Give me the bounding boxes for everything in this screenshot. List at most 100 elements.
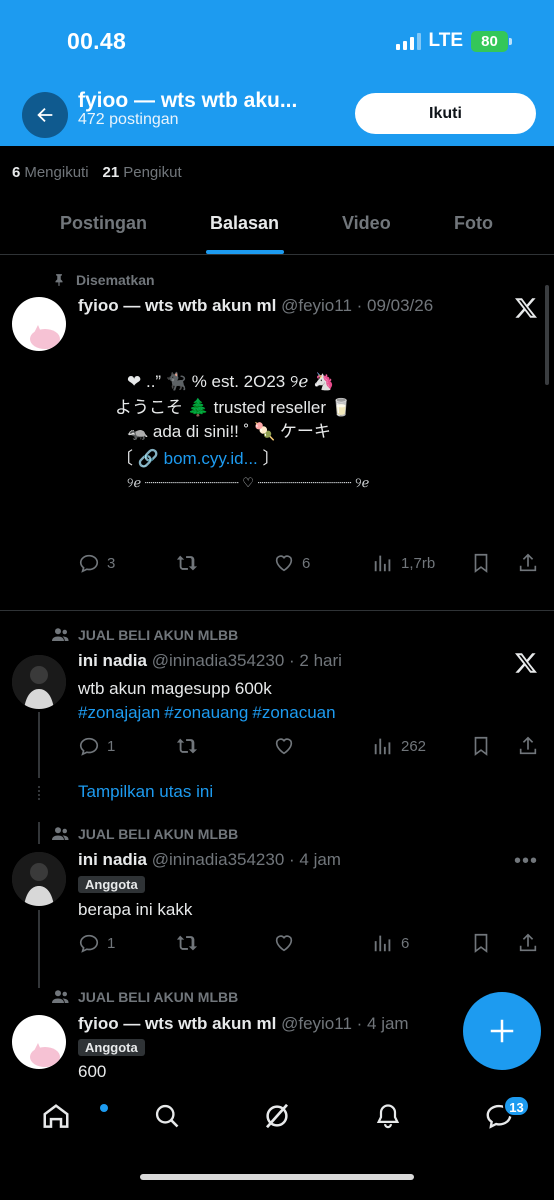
share-button[interactable] — [517, 932, 539, 954]
nav-home[interactable] — [38, 1098, 108, 1134]
home-indicator — [140, 1174, 414, 1180]
post-header: fyioo — wts wtb akun ml @feyio11 · 4 jam — [78, 1014, 409, 1034]
author-handle-date[interactable]: @feyio11 · 4 jam — [281, 1014, 409, 1033]
post-actions: 1 6 — [0, 932, 554, 956]
repost-button[interactable] — [175, 552, 199, 574]
hashtag-link[interactable]: #zonauang — [164, 703, 248, 722]
post-actions: 1 262 — [0, 735, 554, 759]
follow-button[interactable]: Ikuti — [355, 93, 536, 134]
author-handle-date[interactable]: @feyio11 · 09/03/26 — [281, 296, 433, 315]
community-row[interactable]: JUAL BELI AKUN MLBB — [52, 627, 238, 643]
bell-icon — [376, 1104, 400, 1129]
views-button[interactable]: 6 — [372, 932, 409, 954]
thread-line — [38, 822, 40, 844]
post-header: ini nadia @ininadia354230 · 2 hari — [78, 651, 342, 671]
reply-icon — [79, 934, 99, 953]
reply-icon — [79, 737, 99, 756]
member-badge: Anggota — [78, 1039, 145, 1056]
hashtag-link[interactable]: #zonacuan — [252, 703, 335, 722]
profile-header: 00.48 LTE 80 fyioo — wts wtb aku... 472 … — [0, 0, 554, 146]
pinned-label: Disematkan — [76, 272, 155, 288]
reply-button[interactable]: 1 — [78, 932, 115, 954]
nav-grok[interactable] — [259, 1098, 295, 1134]
repost-button[interactable] — [175, 735, 199, 757]
post-text: wtb akun magesupp 600k — [78, 679, 272, 698]
repost-icon — [176, 935, 198, 951]
notification-dot — [100, 1104, 108, 1112]
post-hashtags: #zonajajan #zonauang #zonacuan — [78, 703, 340, 723]
posts-count: 472 postingan — [78, 111, 179, 128]
author-name[interactable]: ini nadia — [78, 651, 147, 670]
status-time: 00.48 — [67, 28, 127, 54]
tab-posts[interactable]: Postingan — [60, 213, 147, 234]
tab-replies[interactable]: Balasan — [210, 213, 279, 234]
share-button[interactable] — [517, 552, 539, 574]
community-row[interactable]: JUAL BELI AKUN MLBB — [52, 989, 238, 1005]
avatar[interactable] — [12, 1015, 66, 1069]
author-name[interactable]: ini nadia — [78, 850, 147, 869]
nav-search[interactable] — [149, 1098, 185, 1134]
share-icon — [519, 553, 537, 572]
bookmark-button[interactable] — [470, 932, 492, 954]
reply-button[interactable]: 3 — [78, 552, 115, 574]
avatar-cat-icon — [30, 1043, 60, 1067]
repost-icon — [176, 555, 198, 571]
x-logo-icon[interactable] — [514, 296, 538, 320]
follow-counts: 6 Mengikuti 21 Pengikut — [12, 164, 182, 181]
author-handle-date[interactable]: @ininadia354230 · 4 jam — [152, 850, 341, 869]
avatar[interactable] — [12, 852, 66, 906]
bookmark-icon — [474, 933, 488, 953]
followers-count[interactable]: 21 Pengikut — [103, 164, 182, 181]
author-handle-date[interactable]: @ininadia354230 · 2 hari — [152, 651, 342, 670]
reply-button[interactable]: 1 — [78, 735, 115, 757]
active-tab-indicator — [206, 250, 284, 254]
messages-badge: 13 — [503, 1095, 530, 1117]
post-header: fyioo — wts wtb akun ml @feyio11 · 09/03… — [78, 296, 433, 316]
bookmark-button[interactable] — [470, 735, 492, 757]
back-button[interactable] — [22, 92, 68, 138]
battery-icon: 80 — [471, 30, 512, 52]
views-icon — [374, 555, 391, 572]
community-icon — [52, 628, 69, 641]
author-name[interactable]: fyioo — wts wtb akun ml — [78, 1014, 276, 1033]
profile-tabs: Postingan Balasan Video Foto — [0, 195, 554, 255]
bio-line-3: 🦡 ada di sini!! ˚ 🍡 ケーキ — [127, 422, 331, 441]
bookmark-icon — [474, 553, 488, 573]
author-name[interactable]: fyioo — wts wtb akun ml — [78, 296, 276, 315]
views-button[interactable]: 262 — [372, 735, 426, 757]
like-button[interactable]: 6 — [273, 552, 310, 574]
hashtag-link[interactable]: #zonajajan — [78, 703, 160, 722]
bio-link[interactable]: bom.cyy.id... — [164, 449, 258, 468]
pinned-label-row: Disematkan — [52, 272, 155, 288]
views-icon — [374, 935, 391, 952]
repost-button[interactable] — [175, 932, 199, 954]
grok-icon — [265, 1103, 289, 1129]
show-thread-link[interactable]: Tampilkan utas ini — [78, 782, 213, 802]
avatar-cat-icon — [30, 325, 60, 349]
search-icon — [155, 1104, 179, 1128]
avatar[interactable] — [12, 297, 66, 351]
status-icons: LTE 80 — [395, 30, 512, 52]
tab-photo[interactable]: Foto — [454, 213, 493, 234]
tab-video[interactable]: Video — [342, 213, 391, 234]
bookmark-button[interactable] — [470, 552, 492, 574]
thread-dots — [38, 786, 40, 800]
nav-notifications[interactable] — [370, 1098, 406, 1134]
share-button[interactable] — [517, 735, 539, 757]
post-header: ini nadia @ininadia354230 · 4 jam — [78, 850, 341, 870]
plus-icon — [490, 1019, 514, 1043]
scrollbar[interactable] — [545, 285, 549, 385]
bottom-nav — [0, 1088, 554, 1148]
like-button[interactable] — [273, 932, 295, 954]
reply-icon — [79, 554, 99, 573]
more-options-icon[interactable]: ••• — [514, 850, 538, 873]
community-icon — [52, 990, 69, 1003]
x-logo-icon[interactable] — [514, 651, 538, 675]
like-button[interactable] — [273, 735, 295, 757]
heart-icon — [275, 555, 293, 572]
community-row[interactable]: JUAL BELI AKUN MLBB — [52, 826, 238, 842]
following-count[interactable]: 6 Mengikuti — [12, 164, 89, 181]
avatar[interactable] — [12, 655, 66, 709]
views-button[interactable]: 1,7rb — [372, 552, 435, 574]
compose-button[interactable] — [463, 992, 541, 1070]
